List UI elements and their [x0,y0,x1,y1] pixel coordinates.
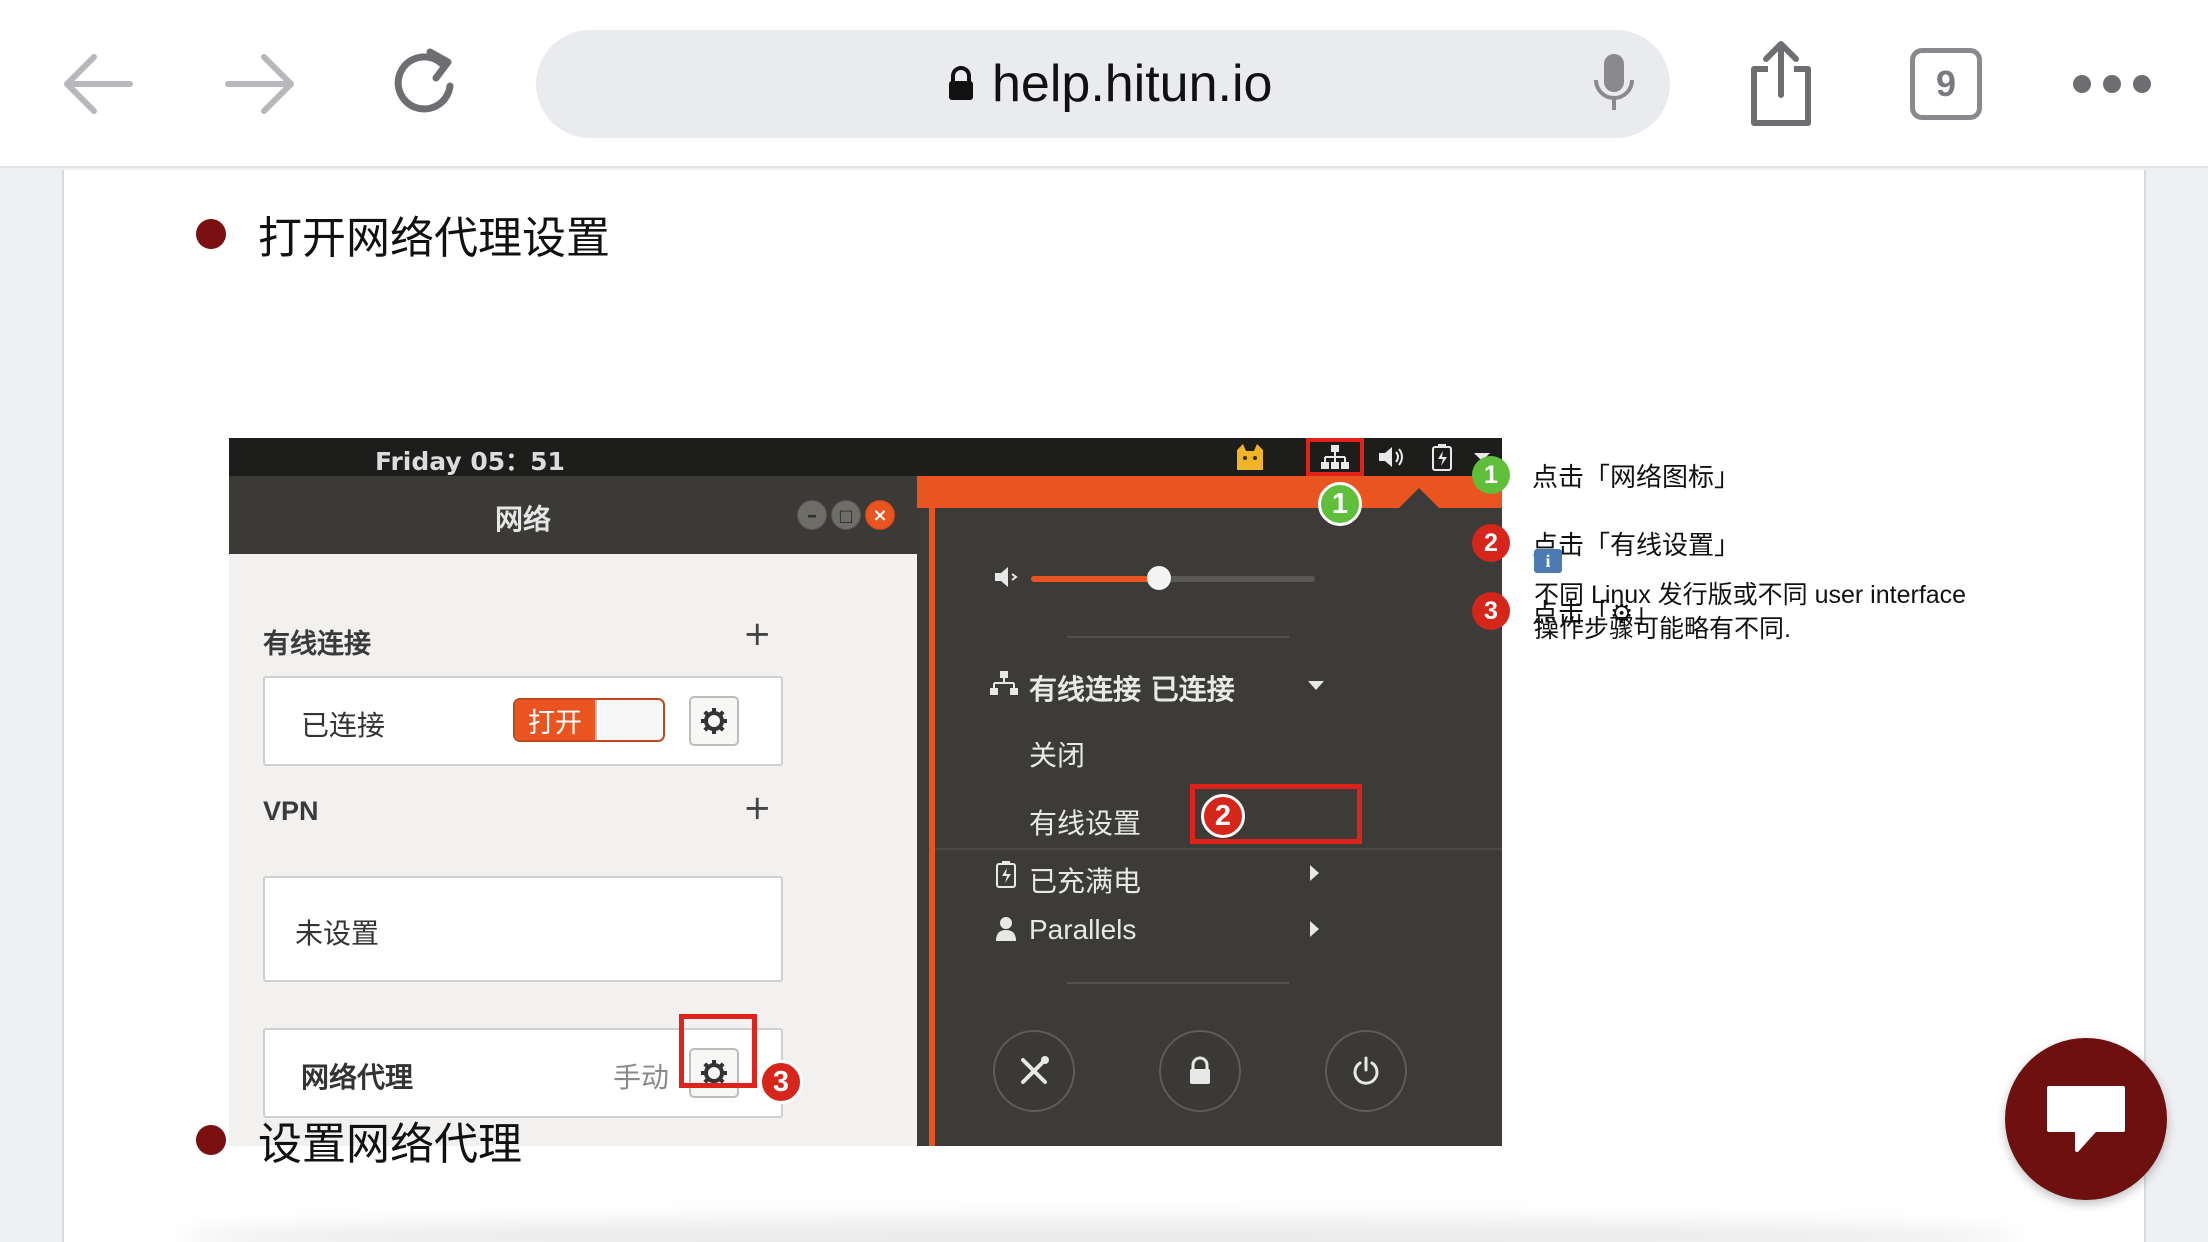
menu-separator [1067,982,1289,984]
volume-slider[interactable] [1031,566,1315,590]
window-title: 网络 [494,503,551,536]
expand-down-icon[interactable] [1307,680,1325,692]
proxy-label: 网络代理 [301,1061,414,1094]
menu-separator [935,848,1502,850]
minimize-icon: – [807,503,817,527]
network-icon-highlight [1306,438,1364,476]
step-badge-3: 3 [759,1060,803,1104]
legend-badge-1: 1 [1472,456,1510,494]
bullet-icon [196,219,226,249]
battery-item[interactable]: 已充满电 [1029,860,1141,900]
menu-pointer [1397,488,1441,510]
add-vpn-button[interactable]: + [743,788,772,828]
browser-toolbar: help.hitun.io 9 [0,0,2208,168]
clock: Friday 05：51 [375,447,565,476]
lock-screen-button[interactable] [1159,1030,1241,1112]
legend-item: 1 点击「网络图标」 [1472,456,1740,494]
power-icon [1353,1056,1379,1085]
window-header: 网络 – □ × [229,476,917,554]
section-title: 打开网络代理设置 [258,213,610,264]
maximize-icon: □ [838,505,854,525]
toggle-on-label: 打开 [515,700,595,740]
speaker-muted-icon [995,567,1018,587]
page-content: 打开网络代理设置 Friday 05：51 网络 – □ × 有线连接 + 已连… [62,170,2146,1242]
reload-button[interactable] [378,36,474,132]
user-item[interactable]: Parallels [1029,914,1136,946]
user-icon [996,917,1016,941]
forward-button[interactable] [212,36,308,132]
volume-knob[interactable] [1146,566,1171,590]
microphone-icon[interactable] [1592,50,1636,118]
menu-separator [1067,636,1289,638]
close-button[interactable]: × [865,500,895,530]
settings-tools-button[interactable] [993,1030,1075,1112]
submenu-arrow-icon [1310,865,1319,881]
gear-icon [701,708,727,734]
more-menu-button[interactable] [2064,36,2160,132]
power-button[interactable] [1325,1030,1407,1112]
wired-network-icon [990,671,1018,695]
legend-badge-3: 3 [1472,592,1510,630]
wired-toggle[interactable]: 打开 [513,698,665,742]
toggle-knob [595,700,663,740]
more-icon [2073,75,2151,93]
tabs-button[interactable]: 9 [1910,48,1982,120]
lock-icon [949,66,973,100]
vpn-card: 未设置 [263,876,783,982]
step-badge-2: 2 [1201,794,1245,838]
wired-card: 已连接 打开 [263,676,783,766]
step-badge-1: 1 [1318,482,1362,526]
add-wired-button[interactable]: + [743,614,772,654]
submenu-arrow-icon [1310,921,1319,937]
wired-settings-item[interactable]: 有线设置 [1029,802,1141,842]
section-heading: 设置网络代理 [196,1108,522,1172]
vpn-section-title: VPN [263,796,319,826]
info-icon: i [1534,549,1562,573]
legend-text-1: 点击「网络图标」 [1532,462,1741,493]
battery-full-icon [996,861,1016,888]
network-settings-window: 网络 – □ × 有线连接 + 已连接 打开 VPN + 未设置 网络代理 手动 [229,476,917,1146]
battery-icon[interactable] [1425,440,1459,474]
share-button[interactable] [1733,36,1829,132]
wired-section-title: 有线连接 [263,629,371,660]
legend-item: 2 点击「有线设置」 [1472,524,1740,562]
reload-icon [394,48,454,113]
wired-settings-button[interactable] [689,696,739,746]
tabs-count: 9 [1935,63,1957,104]
ubuntu-screenshot: Friday 05：51 网络 – □ × 有线连接 + 已连接 打开 VPN … [229,438,1502,1146]
back-button[interactable] [50,36,146,132]
chat-bubble-icon [2047,1086,2125,1152]
legend-badge-2: 2 [1472,524,1510,562]
proxy-gear-highlight [679,1014,757,1088]
note-text: 不同 Linux 发行版或不同 user interface 操作步骤可能略有不… [1534,581,1967,643]
chat-button[interactable] [2005,1038,2167,1200]
ubuntu-top-bar: Friday 05：51 [229,438,1502,476]
cat-icon [1233,440,1267,474]
maximize-button[interactable]: □ [831,500,861,530]
bullet-icon [196,1125,226,1155]
address-bar[interactable]: help.hitun.io [536,30,1670,138]
close-icon: × [872,504,888,526]
section-heading: 打开网络代理设置 [196,202,610,266]
volume-icon[interactable] [1375,440,1409,474]
arrow-right-icon [225,54,294,114]
wired-status: 已连接 [301,709,386,742]
vpn-status: 未设置 [295,917,380,950]
close-connection-item[interactable]: 关闭 [1029,734,1085,774]
section-title: 设置网络代理 [258,1119,522,1170]
volume-fill [1031,576,1159,582]
url-text: help.hitun.io [992,55,1273,113]
proxy-mode: 手动 [613,1061,670,1094]
tools-icon [1021,1056,1049,1084]
wired-connected-item[interactable]: 有线连接 已连接 [1029,668,1235,708]
share-icon [1751,41,1811,126]
legend-text-2: 点击「有线设置」 [1532,530,1741,561]
minimize-button[interactable]: – [797,500,827,530]
arrow-left-icon [64,54,133,114]
lock-icon [1190,1056,1210,1084]
